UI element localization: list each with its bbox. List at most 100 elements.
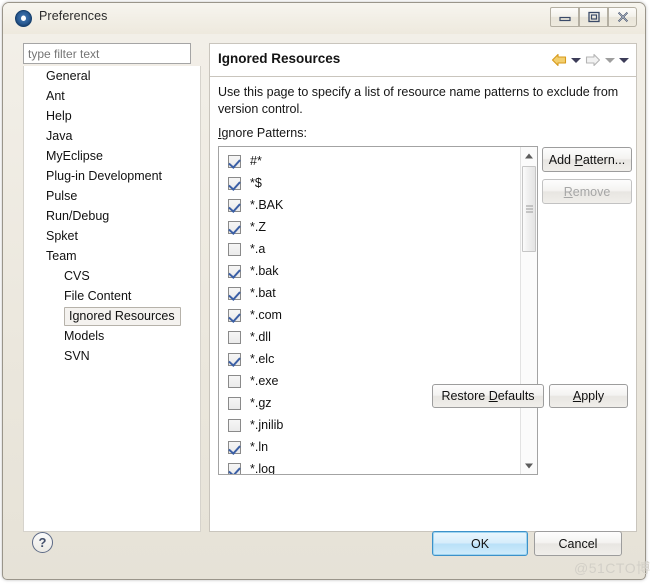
pattern-label: *.dll — [250, 330, 271, 344]
pattern-label: *.bat — [250, 286, 276, 300]
pattern-checkbox[interactable] — [228, 242, 241, 256]
page-title: Ignored Resources — [218, 51, 341, 66]
sidebar-item-file-content[interactable]: File Content — [24, 286, 200, 306]
maximize-icon[interactable] — [579, 7, 608, 27]
sidebar-item-models[interactable]: Models — [24, 326, 200, 346]
pattern-label: *.a — [250, 242, 266, 256]
list-item[interactable]: *.dll — [219, 326, 520, 348]
pattern-checkbox[interactable] — [228, 308, 241, 322]
preferences-dialog: Preferences General Ant Help Java MyEcli… — [2, 2, 646, 580]
help-button[interactable]: ? — [32, 532, 53, 553]
pattern-label: *.exe — [250, 374, 279, 388]
apply-button[interactable]: Apply — [549, 384, 628, 408]
sidebar-item-svn[interactable]: SVN — [24, 346, 200, 366]
minimize-icon[interactable] — [550, 7, 579, 27]
pattern-checkbox[interactable] — [228, 352, 241, 366]
tree-label: General — [46, 69, 91, 83]
restore-defaults-button[interactable]: Restore Defaults — [432, 384, 544, 408]
back-arrow-icon[interactable] — [551, 53, 567, 67]
list-item[interactable]: *.com — [219, 304, 520, 326]
forward-dropdown-icon — [605, 57, 615, 63]
preferences-tree[interactable]: General Ant Help Java MyEclipse Plug-in … — [23, 66, 201, 532]
list-item[interactable]: *.a — [219, 238, 520, 260]
pattern-checkbox[interactable] — [228, 220, 241, 234]
list-item[interactable]: *.ln — [219, 436, 520, 458]
back-dropdown-icon[interactable] — [571, 57, 581, 63]
cancel-button[interactable]: Cancel — [534, 531, 622, 556]
pattern-checkbox[interactable] — [228, 440, 241, 454]
window-title: Preferences — [39, 9, 108, 23]
sidebar-item-pulse[interactable]: Pulse — [24, 186, 200, 206]
preferences-icon — [15, 10, 32, 27]
tree-label: Pulse — [46, 189, 78, 203]
list-item[interactable]: #* — [219, 150, 520, 172]
tree-label: Java — [46, 129, 73, 143]
add-pattern-button[interactable]: Add Pattern... — [542, 147, 632, 172]
apply-label: Apply — [572, 389, 605, 403]
list-scrollbar[interactable] — [520, 147, 537, 474]
pattern-checkbox[interactable] — [228, 198, 241, 212]
list-item[interactable]: *.BAK — [219, 194, 520, 216]
preference-page: Ignored Resources Use this page to speci… — [209, 43, 637, 532]
sidebar-item-ignored-resources[interactable]: Ignored Resources — [24, 306, 200, 326]
pattern-checkbox[interactable] — [228, 154, 241, 168]
close-icon[interactable] — [608, 7, 637, 27]
scroll-down-icon[interactable] — [521, 457, 537, 474]
tree-label-selected: Ignored Resources — [64, 307, 181, 326]
sidebar-item-ant[interactable]: Ant — [24, 86, 200, 106]
sidebar-item-help[interactable]: Help — [24, 106, 200, 126]
pattern-checkbox[interactable] — [228, 462, 241, 474]
pattern-label: *.BAK — [250, 198, 284, 212]
pattern-checkbox[interactable] — [228, 176, 241, 190]
pattern-checkbox[interactable] — [228, 374, 241, 388]
filter-input[interactable] — [23, 43, 191, 64]
scroll-up-icon[interactable] — [521, 147, 537, 164]
list-item[interactable]: *.bat — [219, 282, 520, 304]
list-item[interactable]: *.log — [219, 458, 520, 475]
remove-button[interactable]: Remove — [542, 179, 632, 204]
tree-label: MyEclipse — [46, 149, 103, 163]
pattern-checkbox[interactable] — [228, 330, 241, 344]
pattern-label: *.elc — [250, 352, 275, 366]
sidebar-item-team[interactable]: Team — [24, 246, 200, 266]
list-item[interactable]: *.elc — [219, 348, 520, 370]
sidebar-item-spket[interactable]: Spket — [24, 226, 200, 246]
tree-label: File Content — [64, 289, 132, 303]
list-item[interactable]: *.jnilib — [219, 414, 520, 436]
remove-label: Remove — [563, 184, 611, 199]
pattern-checkbox[interactable] — [228, 286, 241, 300]
tree-label: Plug-in Development — [46, 169, 163, 183]
tree-label: Help — [46, 109, 72, 123]
tree-label: CVS — [64, 269, 90, 283]
tree-label: Ant — [46, 89, 65, 103]
pattern-label: *.gz — [250, 396, 272, 410]
tree-label: Spket — [46, 229, 78, 243]
sidebar-item-run-debug[interactable]: Run/Debug — [24, 206, 200, 226]
restore-defaults-label: Restore Defaults — [441, 389, 535, 403]
sidebar-item-myeclipse[interactable]: MyEclipse — [24, 146, 200, 166]
list-item[interactable]: *$ — [219, 172, 520, 194]
tree-label: Run/Debug — [46, 209, 110, 223]
list-item[interactable]: *.bak — [219, 260, 520, 282]
tree-label: SVN — [64, 349, 90, 363]
list-item[interactable]: *.Z — [219, 216, 520, 238]
view-menu-icon[interactable] — [619, 57, 629, 63]
pattern-label: *$ — [250, 176, 262, 190]
ok-button[interactable]: OK — [432, 531, 528, 556]
pattern-label: *.Z — [250, 220, 266, 234]
dialog-content: General Ant Help Java MyEclipse Plug-in … — [3, 34, 645, 581]
ignore-patterns-list[interactable]: #* *$ *.BAK *.Z *.a *.bak *.bat *.com *.… — [218, 146, 538, 475]
pattern-label: *.bak — [250, 264, 279, 278]
sidebar-item-general[interactable]: General — [24, 66, 200, 86]
pattern-label: *.jnilib — [250, 418, 284, 432]
pattern-label: #* — [250, 154, 262, 168]
pattern-checkbox[interactable] — [228, 418, 241, 432]
add-pattern-label: Add Pattern... — [548, 152, 626, 167]
pattern-checkbox[interactable] — [228, 396, 241, 410]
sidebar-item-plugin-development[interactable]: Plug-in Development — [24, 166, 200, 186]
scrollbar-thumb[interactable] — [522, 166, 536, 252]
sidebar-item-cvs[interactable]: CVS — [24, 266, 200, 286]
pattern-label: *.log — [250, 462, 276, 475]
sidebar-item-java[interactable]: Java — [24, 126, 200, 146]
pattern-checkbox[interactable] — [228, 264, 241, 278]
